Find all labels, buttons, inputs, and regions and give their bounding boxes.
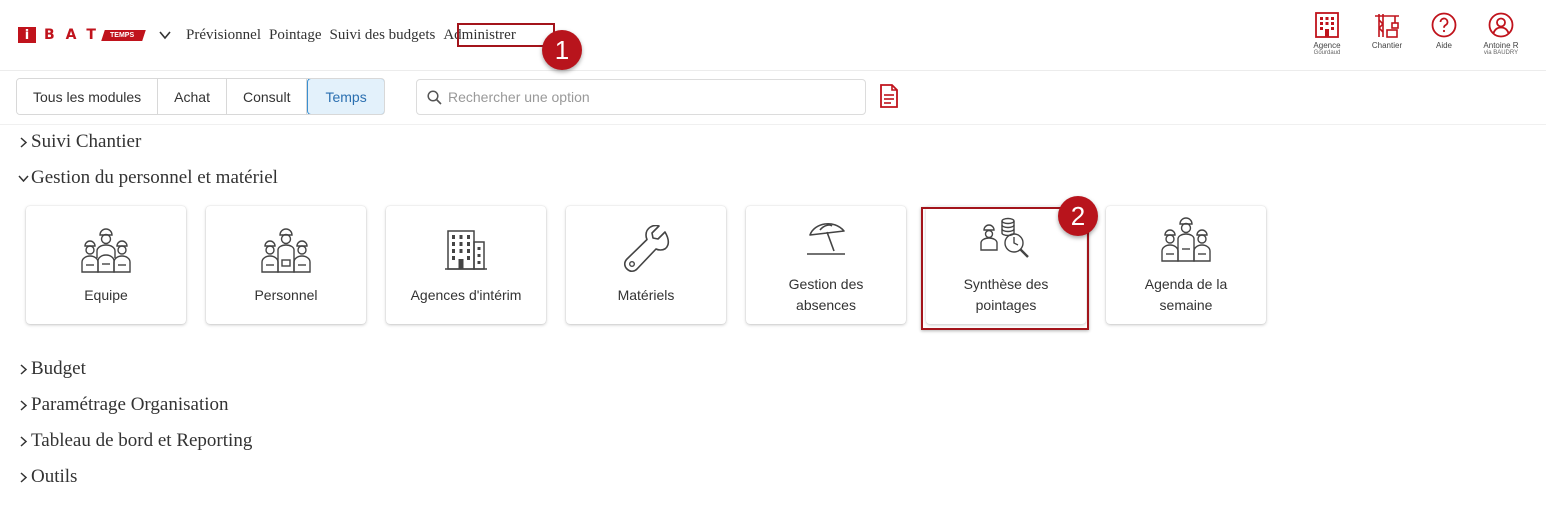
chevron-down-icon[interactable] [158, 28, 172, 42]
section-suivi-chantier[interactable]: Suivi Chantier [18, 131, 141, 153]
section-parametrage-organisation[interactable]: Paramétrage Organisation [18, 394, 229, 416]
logo-tag: TEMPS [101, 29, 146, 41]
card-label: Gestion des absences [788, 276, 864, 313]
logo-brand: BAT [44, 27, 107, 43]
logo-letter: i [18, 27, 36, 43]
office-building-icon [445, 229, 487, 270]
chevron-right-icon [20, 136, 28, 148]
chevron-right-icon [20, 363, 28, 375]
annotation-step-1: 1 [542, 30, 582, 70]
tab-achat[interactable]: Achat [158, 79, 227, 114]
workers-icon [261, 227, 311, 273]
help-icon [1431, 12, 1457, 38]
section-budget[interactable]: Budget [18, 358, 86, 380]
card-equipe[interactable]: Equipe [26, 206, 186, 324]
annotation-step-2: 2 [1058, 196, 1098, 236]
divider [0, 124, 1546, 125]
card-agenda-semaine[interactable]: Agenda de la semaine [1106, 206, 1266, 324]
card-personnel[interactable]: Personnel [206, 206, 366, 324]
section-title: Paramétrage Organisation [31, 394, 229, 415]
search-icon [427, 89, 442, 105]
card-materiels[interactable]: Matériels [566, 206, 726, 324]
card-agences-interim[interactable]: Agences d'intérim [386, 206, 546, 324]
module-tabs: Tous les modules Achat Consult Temps [16, 78, 385, 115]
chevron-right-icon [20, 471, 28, 483]
chevron-down-icon [18, 174, 29, 182]
crane-icon [1375, 14, 1399, 38]
search-input[interactable] [448, 89, 848, 105]
workers-group-icon [1161, 217, 1211, 262]
tool-agence[interactable]: Agence Gourdaud [1299, 12, 1355, 57]
card-label: Agenda de la semaine [1144, 276, 1228, 313]
section-title: Suivi Chantier [31, 131, 142, 152]
tool-chantier-label: Chantier [1371, 41, 1403, 50]
chevron-right-icon [20, 435, 28, 447]
tool-chantier[interactable]: Chantier [1359, 12, 1415, 50]
card-gestion-absences[interactable]: Gestion des absences [746, 206, 906, 324]
section-tableau-de-bord[interactable]: Tableau de bord et Reporting [18, 430, 252, 452]
section-title: Budget [31, 358, 86, 379]
card-label: Matériels [617, 286, 675, 303]
document-icon[interactable] [879, 84, 899, 108]
section-gestion-personnel[interactable]: Gestion du personnel et matériel [18, 167, 278, 189]
tool-user-sub: via BAUDRY [1483, 50, 1519, 56]
nav-previsionnel[interactable]: Prévisionnel [186, 27, 261, 44]
section-outils[interactable]: Outils [18, 466, 77, 488]
section-title: Gestion du personnel et matériel [31, 167, 278, 188]
beach-umbrella-icon [807, 223, 845, 255]
building-icon [1315, 12, 1339, 38]
ibat-logo[interactable]: i BAT TEMPS [18, 27, 146, 43]
section-title: Outils [31, 466, 78, 487]
tool-user-label: Antoine R [1483, 41, 1519, 50]
search-box[interactable] [416, 79, 866, 115]
tab-consult[interactable]: Consult [226, 79, 308, 114]
annotation-highlight-administrer [457, 23, 555, 47]
tool-agence-sub: Gourdaud [1313, 50, 1341, 56]
card-label: Equipe [84, 286, 128, 303]
tool-agence-label: Agence [1313, 41, 1341, 50]
top-bar: i BAT TEMPS Prévisionnel Pointage Suivi … [0, 0, 1546, 71]
tab-temps[interactable]: Temps [307, 79, 384, 114]
wrench-icon [623, 224, 670, 272]
user-icon [1488, 12, 1514, 38]
team-icon [81, 227, 131, 273]
section-title: Tableau de bord et Reporting [31, 430, 253, 451]
tool-aide[interactable]: Aide [1416, 12, 1472, 50]
nav-pointage[interactable]: Pointage [269, 27, 322, 44]
card-label: Agences d'intérim [410, 286, 522, 303]
tool-user[interactable]: Antoine R via BAUDRY [1473, 12, 1529, 57]
nav-suivi-budgets[interactable]: Suivi des budgets [330, 27, 436, 44]
tab-tous-les-modules[interactable]: Tous les modules [17, 79, 159, 114]
chevron-right-icon [20, 399, 28, 411]
card-label: Personnel [254, 286, 318, 303]
tool-aide-label: Aide [1435, 41, 1452, 50]
